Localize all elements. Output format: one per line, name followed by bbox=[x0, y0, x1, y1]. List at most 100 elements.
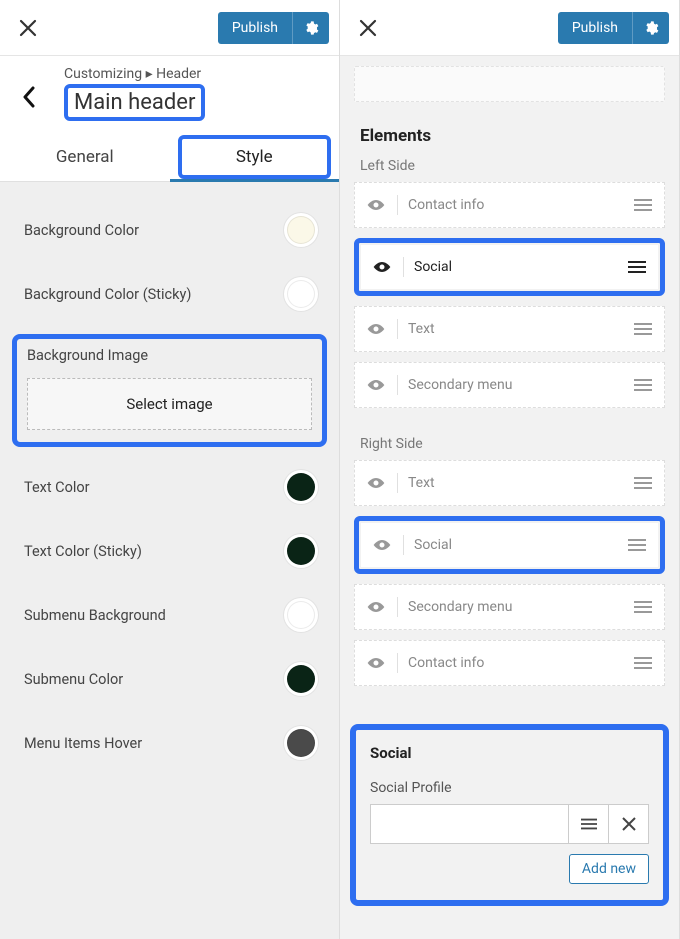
social-title: Social bbox=[370, 744, 649, 762]
elem-label: Contact info bbox=[408, 655, 622, 671]
drag-handle-icon[interactable] bbox=[632, 323, 654, 335]
breadcrumb-row: Customizing ▸ Header Main header bbox=[0, 56, 339, 121]
separator bbox=[397, 653, 398, 673]
swatch-textcolor[interactable] bbox=[287, 473, 315, 501]
social-subtitle: Social Profile bbox=[370, 780, 649, 796]
topbar-left: Publish bbox=[0, 0, 339, 56]
eye-icon[interactable] bbox=[365, 378, 387, 392]
breadcrumb-stack: Customizing ▸ Header Main header bbox=[44, 66, 325, 121]
social-remove-button[interactable] bbox=[609, 804, 649, 844]
swatch-textcolor-sticky[interactable] bbox=[287, 537, 315, 565]
drag-handle-icon[interactable] bbox=[626, 539, 648, 551]
elem-contact-info-r[interactable]: Contact info bbox=[354, 640, 665, 686]
right-side-heading: Right Side bbox=[340, 436, 679, 460]
elem-label: Secondary menu bbox=[408, 599, 622, 615]
publish-settings-button-right[interactable] bbox=[632, 12, 669, 44]
separator bbox=[397, 597, 398, 617]
swatch-bgcolor-sticky[interactable] bbox=[287, 280, 315, 308]
drag-handle-icon[interactable] bbox=[632, 199, 654, 211]
row-bgcolor-sticky: Background Color (Sticky) bbox=[0, 262, 339, 326]
label-textcolor: Text Color bbox=[24, 479, 90, 496]
eye-icon[interactable] bbox=[365, 198, 387, 212]
publish-group-right: Publish bbox=[558, 12, 669, 44]
elem-label: Text bbox=[408, 475, 622, 491]
gear-icon bbox=[643, 20, 659, 36]
separator bbox=[403, 257, 404, 277]
eye-icon[interactable] bbox=[365, 322, 387, 336]
elem-label: Social bbox=[414, 537, 616, 553]
page-title-highlight: Main header bbox=[64, 84, 205, 121]
label-bgcolor-sticky: Background Color (Sticky) bbox=[24, 286, 191, 303]
social-profile-row bbox=[370, 804, 649, 844]
eye-icon[interactable] bbox=[365, 600, 387, 614]
drag-handle-icon[interactable] bbox=[632, 601, 654, 613]
publish-button[interactable]: Publish bbox=[218, 12, 292, 44]
customizer-panel-right: Publish Elements Left Side Contact info … bbox=[340, 0, 680, 939]
eye-icon[interactable] bbox=[365, 476, 387, 490]
publish-group: Publish bbox=[218, 12, 329, 44]
elem-secondary-menu[interactable]: Secondary menu bbox=[354, 362, 665, 408]
close-icon bbox=[622, 817, 636, 831]
row-textcolor: Text Color bbox=[0, 455, 339, 519]
elem-social[interactable]: Social bbox=[361, 245, 658, 289]
drag-handle-icon[interactable] bbox=[632, 657, 654, 669]
drag-handle-icon[interactable] bbox=[632, 379, 654, 391]
back-button[interactable] bbox=[14, 66, 44, 108]
elem-contact-info[interactable]: Contact info bbox=[354, 182, 665, 228]
row-bgcolor: Background Color bbox=[0, 198, 339, 262]
publish-button-right[interactable]: Publish bbox=[558, 12, 632, 44]
select-image-button[interactable]: Select image bbox=[27, 378, 312, 430]
social-profile-input[interactable] bbox=[370, 804, 569, 844]
row-textcolor-sticky: Text Color (Sticky) bbox=[0, 519, 339, 583]
social-block: Social Social Profile Add new bbox=[350, 724, 669, 906]
chevron-left-icon bbox=[22, 86, 36, 108]
close-button-right[interactable] bbox=[350, 10, 386, 46]
left-side-list: Contact info Social Text bbox=[340, 182, 679, 436]
row-menu-hover: Menu Items Hover bbox=[0, 711, 339, 775]
eye-icon[interactable] bbox=[371, 538, 393, 552]
elem-social-r[interactable]: Social bbox=[361, 523, 658, 567]
drag-handle-icon[interactable] bbox=[632, 477, 654, 489]
elem-label: Text bbox=[408, 321, 622, 337]
swatch-submenu-bg[interactable] bbox=[287, 601, 315, 629]
eye-icon[interactable] bbox=[365, 656, 387, 670]
tab-general[interactable]: General bbox=[0, 133, 170, 181]
tab-style[interactable]: Style bbox=[170, 133, 340, 181]
drag-handle-icon bbox=[581, 818, 597, 830]
label-textcolor-sticky: Text Color (Sticky) bbox=[24, 543, 142, 560]
elem-label: Secondary menu bbox=[408, 377, 622, 393]
row-submenu-bg: Submenu Background bbox=[0, 583, 339, 647]
elem-social-highlight: Social bbox=[354, 238, 665, 296]
publish-settings-button[interactable] bbox=[292, 12, 329, 44]
topbar-right: Publish bbox=[340, 0, 679, 56]
drag-handle-icon[interactable] bbox=[626, 261, 648, 273]
swatch-submenu-color[interactable] bbox=[287, 665, 315, 693]
separator bbox=[403, 535, 404, 555]
swatch-bgcolor[interactable] bbox=[287, 216, 315, 244]
elem-label: Social bbox=[414, 259, 616, 275]
elem-text-r[interactable]: Text bbox=[354, 460, 665, 506]
separator bbox=[397, 375, 398, 395]
add-new-button[interactable]: Add new bbox=[569, 854, 649, 884]
eye-icon[interactable] bbox=[371, 260, 393, 274]
row-bgimage: Background Image Select image bbox=[12, 334, 327, 447]
close-button[interactable] bbox=[10, 10, 46, 46]
separator bbox=[397, 319, 398, 339]
tabs: General Style bbox=[0, 133, 339, 182]
row-submenu-color: Submenu Color bbox=[0, 647, 339, 711]
page-title: Main header bbox=[74, 90, 195, 115]
label-bgimage: Background Image bbox=[27, 347, 312, 364]
placeholder-strip bbox=[354, 66, 665, 102]
style-settings: Background Color Background Color (Stick… bbox=[0, 182, 339, 939]
elem-text[interactable]: Text bbox=[354, 306, 665, 352]
elements-panel: Elements Left Side Contact info Social bbox=[340, 56, 679, 939]
swatch-menu-hover[interactable] bbox=[287, 729, 315, 757]
social-reorder-button[interactable] bbox=[569, 804, 609, 844]
breadcrumb-path: Customizing ▸ Header bbox=[64, 66, 325, 82]
gear-icon bbox=[303, 20, 319, 36]
separator bbox=[397, 473, 398, 493]
elem-secondary-menu-r[interactable]: Secondary menu bbox=[354, 584, 665, 630]
elements-heading: Elements bbox=[340, 126, 679, 158]
separator bbox=[397, 195, 398, 215]
customizer-panel-left: Publish Customizing ▸ Header Main header… bbox=[0, 0, 340, 939]
